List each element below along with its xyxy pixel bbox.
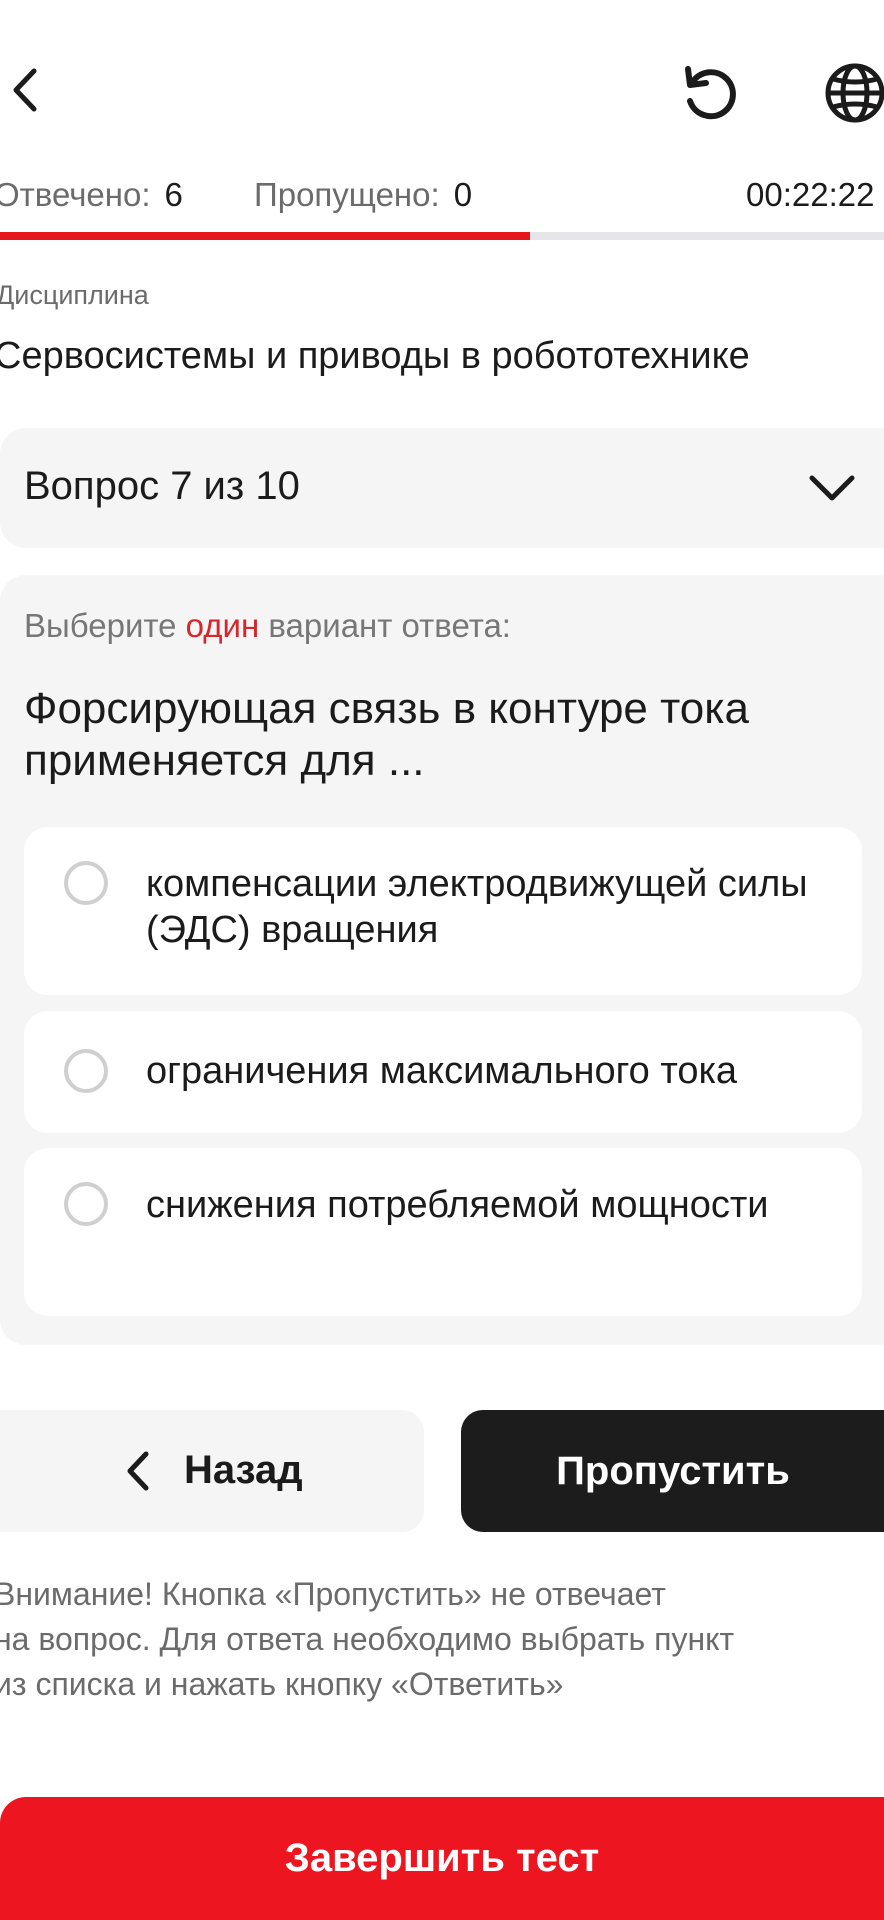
option-label: снижения потребляемой мощности	[146, 1184, 769, 1226]
answer-instruction: Выберите один вариант ответа:	[24, 607, 511, 645]
instruction-before: Выберите	[24, 607, 186, 644]
back-button[interactable]	[0, 55, 50, 125]
answered-label: Отвечено:	[0, 176, 151, 213]
question-selector[interactable]: Вопрос 7 из 10	[0, 428, 884, 548]
instruction-after: вариант ответа:	[259, 607, 511, 644]
timer: 00:22:22	[746, 176, 875, 213]
answer-option[interactable]: ограничения максимального тока	[24, 1011, 862, 1133]
skip-label: Пропустить	[556, 1448, 790, 1493]
warning-line: Внимание! Кнопка «Пропустить» не отвечае…	[0, 1576, 666, 1612]
radio-button[interactable]	[64, 1182, 108, 1226]
option-label: ограничения максимального тока	[146, 1050, 738, 1092]
finish-test-button[interactable]: Завершить тест	[0, 1797, 884, 1920]
back-nav-label: Назад	[184, 1448, 303, 1492]
chevron-down-icon	[809, 475, 855, 501]
chevron-left-icon	[13, 68, 37, 112]
test-stats: Отвечено: 6 Пропущено: 0 00:22:22	[0, 170, 884, 220]
skipped-value: 0	[453, 176, 473, 213]
warning-line: на вопрос. Для ответа необходимо выбрать…	[0, 1621, 735, 1657]
finish-label: Завершить тест	[284, 1836, 600, 1880]
answer-option[interactable]: снижения потребляемой мощности	[24, 1148, 862, 1316]
progress-fill	[0, 232, 531, 240]
reset-button[interactable]	[670, 55, 750, 130]
chevron-left-icon	[127, 1451, 149, 1491]
skipped-label: Пропущено:	[254, 176, 440, 213]
radio-button[interactable]	[64, 861, 108, 905]
test-screen: Отвечено: 6 Пропущено: 0 00:22:22 Дисципли…	[0, 0, 884, 1920]
top-bar	[0, 0, 884, 180]
instruction-accent: один	[185, 607, 260, 644]
progress-bar	[0, 232, 884, 240]
globe-icon	[825, 63, 884, 122]
skip-button[interactable]: Пропустить	[461, 1410, 884, 1532]
answered-count: Отвечено: 6	[0, 176, 183, 214]
question-number: Вопрос 7 из 10	[24, 464, 300, 508]
skipped-count: Пропущено: 0	[254, 176, 472, 214]
discipline-label: Дисциплина	[0, 280, 149, 310]
option-label: компенсации электродвижущей силы (ЭДС) в…	[146, 863, 808, 951]
radio-button[interactable]	[64, 1049, 108, 1093]
answer-option[interactable]: компенсации электродвижущей силы (ЭДС) в…	[24, 827, 862, 995]
warning-line: из списка и нажать кнопку «Ответить»	[0, 1666, 564, 1702]
question-text: Форсирующая связь в контуре тока применя…	[24, 684, 749, 785]
language-button[interactable]	[815, 55, 884, 130]
question-card: Выберите один вариант ответа: Форсирующа…	[0, 575, 884, 1345]
reset-icon	[685, 65, 736, 119]
skip-warning: Внимание! Кнопка «Пропустить» не отвечае…	[0, 1572, 874, 1707]
back-nav-button[interactable]: Назад	[0, 1410, 424, 1532]
answered-value: 6	[164, 176, 183, 213]
discipline-name: Сервосистемы и приводы в робототехнике	[0, 335, 750, 377]
